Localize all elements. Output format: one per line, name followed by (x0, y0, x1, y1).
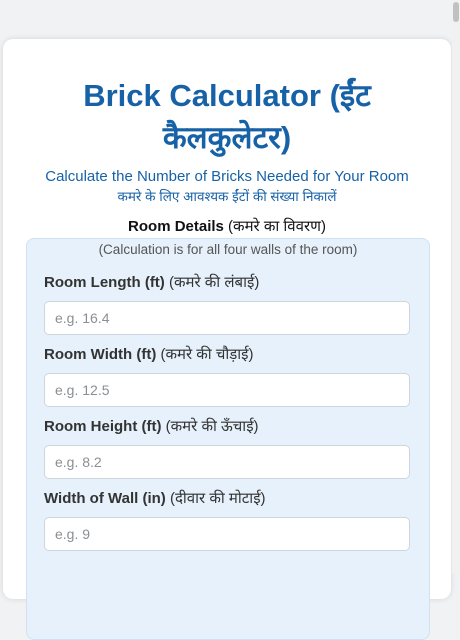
room-height-label-hi: (कमरे की ऊँचाई) (161, 418, 259, 435)
page-scrollbar[interactable] (452, 0, 460, 574)
room-width-label-en: Room Width (ft) (44, 346, 157, 363)
room-details-heading-hindi: (कमरे का विवरण) (223, 218, 326, 235)
wall-width-label-en: Width of Wall (in) (44, 490, 166, 507)
scrollbar-thumb[interactable] (453, 2, 459, 22)
room-details-heading: Room Details (कमरे का विवरण) (3, 217, 451, 237)
page-title: Brick Calculator (ईंट कैलकुलेटर) (83, 78, 371, 155)
subtitle-english: Calculate the Number of Bricks Needed fo… (45, 168, 409, 185)
subtitle-hindi: कमरे के लिए आवश्यक ईंटों की संख्या निकाल… (117, 189, 337, 204)
room-width-label: Room Width (ft) (कमरे की चौड़ाई) (44, 345, 254, 365)
calculator-card: Brick Calculator (ईंट कैलकुलेटर) Calcula… (3, 39, 451, 640)
wall-width-input[interactable] (44, 517, 410, 551)
room-height-label: Room Height (ft) (कमरे की ऊँचाई) (44, 417, 259, 437)
wall-width-label-hi: (दीवार की मोटाई) (165, 490, 266, 507)
room-details-panel: (Calculation is for all four walls of th… (26, 238, 430, 640)
room-width-input[interactable] (44, 373, 410, 407)
room-length-label: Room Length (ft) (कमरे की लंबाई) (44, 273, 259, 293)
wall-width-label: Width of Wall (in) (दीवार की मोटाई) (44, 489, 266, 509)
room-length-input[interactable] (44, 301, 410, 335)
calculation-note: (Calculation is for all four walls of th… (98, 242, 358, 257)
room-height-label-en: Room Height (ft) (44, 418, 162, 435)
room-width-label-hi: (कमरे की चौड़ाई) (156, 346, 254, 363)
room-length-label-hi: (कमरे की लंबाई) (164, 274, 260, 291)
room-details-heading-bold: Room Details (128, 218, 224, 235)
room-height-input[interactable] (44, 445, 410, 479)
room-length-label-en: Room Length (ft) (44, 274, 165, 291)
